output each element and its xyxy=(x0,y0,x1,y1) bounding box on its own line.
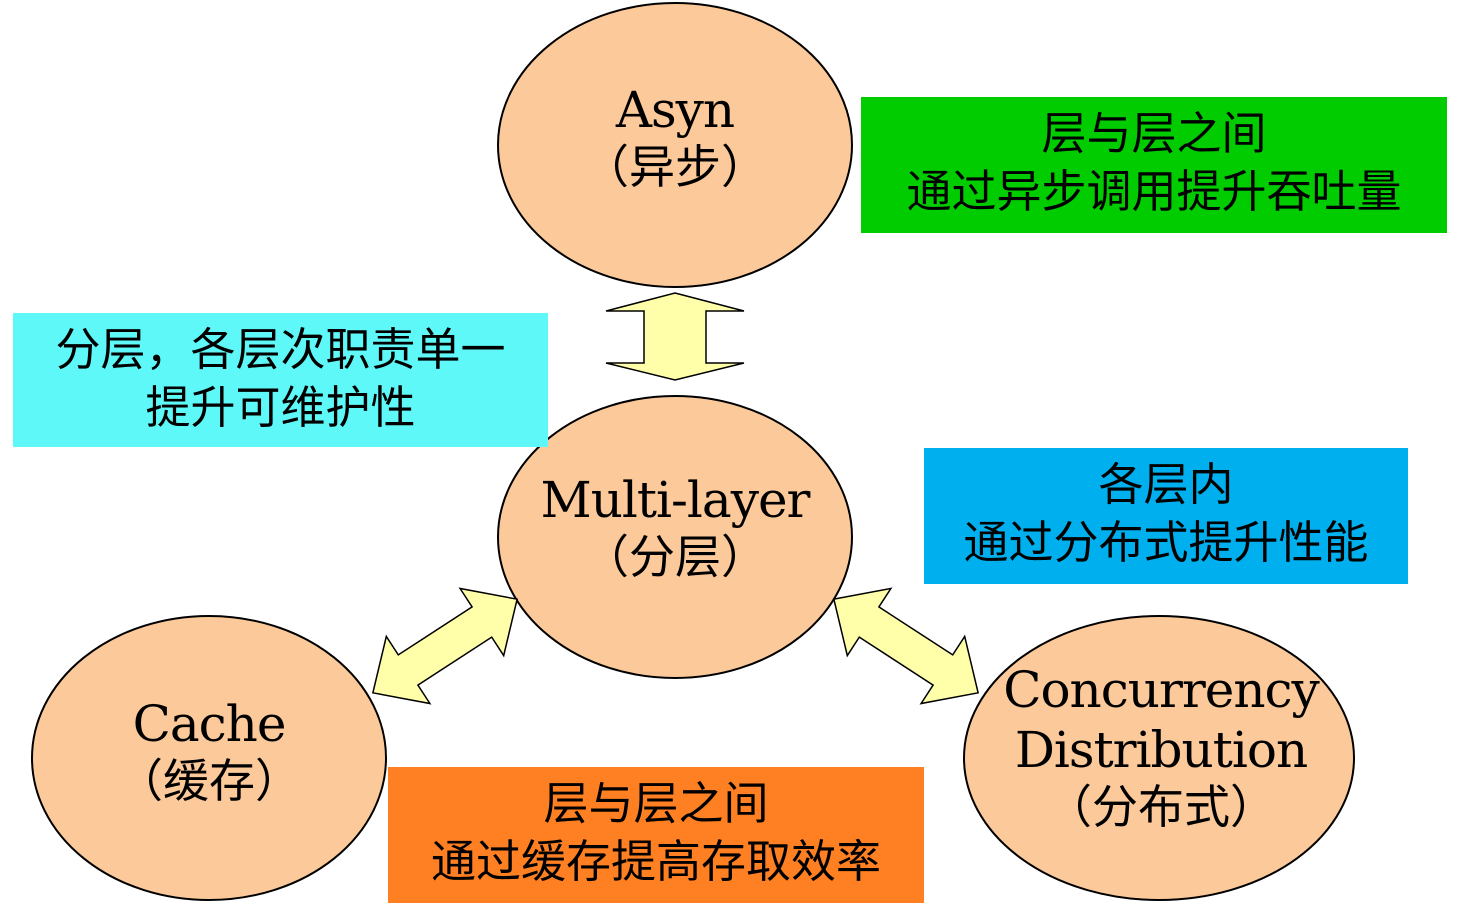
concurrency-subtitle: （分布式） xyxy=(1046,780,1276,834)
asyn-title: Asyn xyxy=(615,81,735,139)
cache-title: Cache xyxy=(132,695,287,753)
cache-node-label: Cache （缓存） xyxy=(34,694,384,809)
concurrency-note-line1: 各层内 xyxy=(1098,458,1234,511)
concurrency-note-line2: 通过分布式提升性能 xyxy=(963,516,1369,569)
cache-note-line2: 通过缓存提高存取效率 xyxy=(430,835,881,888)
layer-note-box: 分层，各层次职责单一 提升可维护性 xyxy=(13,313,548,447)
multilayer-title: Multi-layer xyxy=(540,471,811,529)
cache-note-box: 层与层之间 通过缓存提高存取效率 xyxy=(388,767,924,903)
asyn-subtitle: （异步） xyxy=(583,140,767,194)
layer-note-line1: 分层，各层次职责单一 xyxy=(55,323,506,376)
cache-note-line1: 层与层之间 xyxy=(543,777,769,830)
multilayer-subtitle: （分层） xyxy=(583,530,767,584)
asyn-multilayer-double-arrow xyxy=(605,292,745,381)
multilayer-node-label: Multi-layer （分层） xyxy=(500,470,850,585)
asyn-node-label: Asyn （异步） xyxy=(500,80,850,195)
distribution-title: Distribution xyxy=(1014,721,1308,779)
concurrency-node-label: Concurrency Distribution （分布式） xyxy=(966,660,1356,835)
asyn-note-line1: 层与层之间 xyxy=(1041,107,1267,160)
concurrency-note-box: 各层内 通过分布式提升性能 xyxy=(924,448,1408,584)
cache-subtitle: （缓存） xyxy=(117,754,301,808)
asyn-note-line2: 通过异步调用提升吞吐量 xyxy=(906,165,1402,218)
layer-note-line2: 提升可维护性 xyxy=(145,381,416,434)
concurrency-title: Concurrency xyxy=(1003,661,1320,719)
asyn-note-box: 层与层之间 通过异步调用提升吞吐量 xyxy=(861,97,1447,233)
